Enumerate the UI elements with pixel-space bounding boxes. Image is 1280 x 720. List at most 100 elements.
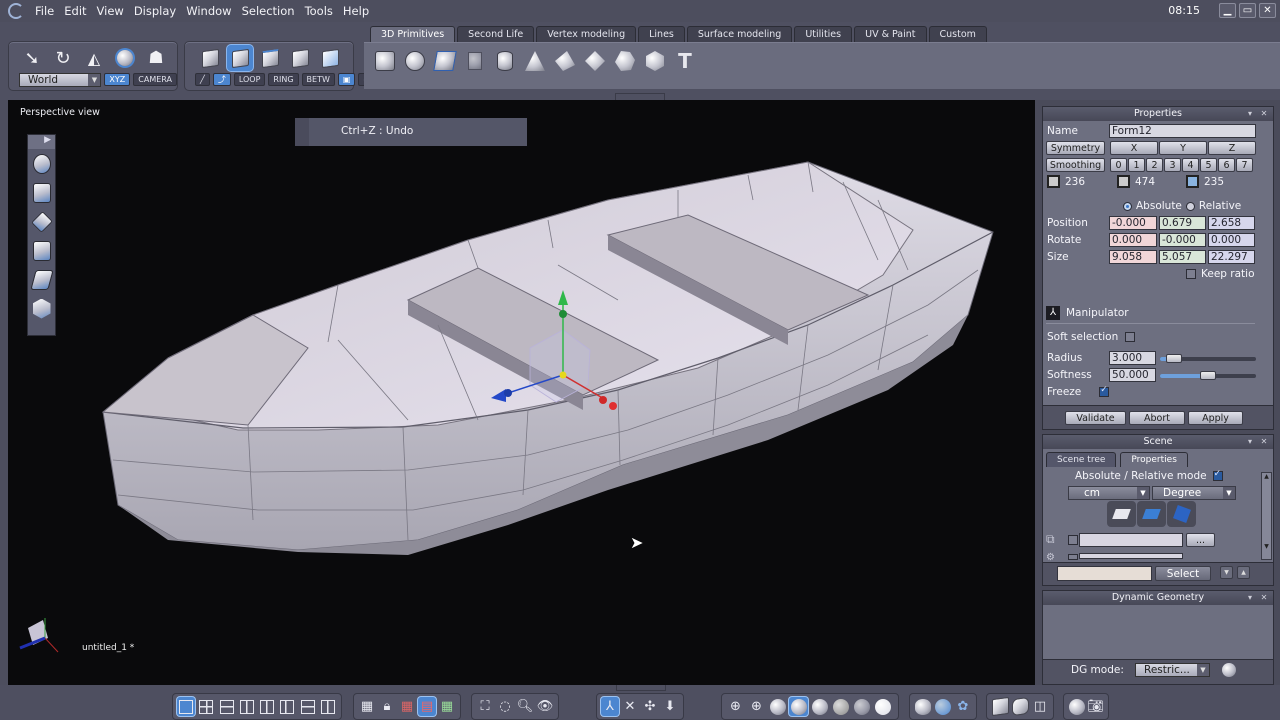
vertex-mode-icon[interactable] xyxy=(287,45,313,71)
side-tool-bridge-icon[interactable] xyxy=(28,265,55,294)
smoothing-level-1[interactable]: 1 xyxy=(1128,158,1145,172)
grid-color-icon[interactable]: ▦ xyxy=(398,697,416,716)
dodecahedron-primitive-icon[interactable] xyxy=(611,46,639,76)
tab-uv-paint[interactable]: UV & Paint xyxy=(854,26,927,42)
octahedron-primitive-icon[interactable] xyxy=(581,46,609,76)
layout-top-split-icon[interactable] xyxy=(218,697,236,716)
side-tool-select-icon[interactable] xyxy=(28,149,55,178)
camera-snapshot-icon[interactable]: 📷︎ xyxy=(1087,697,1104,716)
scene-row2-checkbox[interactable] xyxy=(1068,554,1078,560)
size-y-field[interactable]: 5.057 xyxy=(1159,250,1206,264)
viewport-3d[interactable] xyxy=(8,100,1035,685)
position-x-field[interactable]: -0.000 xyxy=(1109,216,1157,230)
dg-mode-select[interactable]: Restric... ▼ xyxy=(1135,663,1210,677)
expand-arrow-icon[interactable]: ▶ xyxy=(28,135,55,149)
gizmo-scale-icon[interactable]: ⬇ xyxy=(661,697,679,716)
layout-quad-icon[interactable] xyxy=(197,697,215,716)
panel-close-icon[interactable]: ✕ xyxy=(1259,108,1269,119)
eraser-icon[interactable] xyxy=(1107,501,1136,527)
scene-row-field[interactable] xyxy=(1079,533,1183,547)
menu-tools[interactable]: Tools xyxy=(300,4,338,18)
object-split-icon[interactable]: ◫ xyxy=(1031,697,1049,716)
magnet-lock-icon[interactable]: 🔒︎ xyxy=(378,697,396,716)
grid-help-icon[interactable]: ▦ xyxy=(358,697,376,716)
pyramid-primitive-icon[interactable] xyxy=(551,46,579,76)
scene-next-button[interactable]: ▲ xyxy=(1237,566,1250,579)
menu-view[interactable]: View xyxy=(92,4,129,18)
smoothing-level-3[interactable]: 3 xyxy=(1164,158,1181,172)
tab-scene-properties[interactable]: Properties xyxy=(1120,452,1188,467)
smoothing-level-5[interactable]: 5 xyxy=(1200,158,1217,172)
shading-wire-hidden-icon[interactable]: ⊕ xyxy=(747,697,766,716)
icosahedron-primitive-icon[interactable] xyxy=(641,46,669,76)
grid-floor-icon[interactable]: ▤ xyxy=(418,697,436,716)
side-tool-smooth-icon[interactable] xyxy=(28,294,55,323)
shading-textured-wire-icon[interactable] xyxy=(831,697,850,716)
space-select[interactable]: World ▼ xyxy=(19,73,102,87)
tab-scene-tree[interactable]: Scene tree xyxy=(1046,452,1117,467)
radius-slider-thumb[interactable] xyxy=(1166,354,1183,363)
validate-button[interactable]: Validate xyxy=(1065,411,1126,425)
symmetry-z-button[interactable]: Z xyxy=(1208,141,1256,155)
tab-custom[interactable]: Custom xyxy=(928,26,987,42)
mixed-mode-icon[interactable] xyxy=(317,45,343,71)
sphere-primitive-icon[interactable] xyxy=(401,46,429,76)
rotate-y-field[interactable]: -0.000 xyxy=(1159,233,1206,247)
object-mode-icon[interactable] xyxy=(197,45,223,71)
symmetry-y-button[interactable]: Y xyxy=(1159,141,1207,155)
tab-surface-modeling[interactable]: Surface modeling xyxy=(686,26,793,42)
shading-smooth-wire-icon[interactable] xyxy=(789,697,808,716)
scale-icon[interactable]: ◭ xyxy=(81,45,107,71)
tab-utilities[interactable]: Utilities xyxy=(794,26,853,42)
symmetry-x-button[interactable]: X xyxy=(1110,141,1158,155)
layout-left-split-icon[interactable] xyxy=(258,697,276,716)
ghost-icon[interactable]: ☗ xyxy=(143,45,169,71)
rotate-x-field[interactable]: 0.000 xyxy=(1109,233,1157,247)
shading-flat-icon[interactable] xyxy=(768,697,787,716)
freeze-checkbox[interactable] xyxy=(1099,385,1110,397)
symmetry-button[interactable]: Symmetry xyxy=(1046,141,1105,155)
size-x-field[interactable]: 9.058 xyxy=(1109,250,1157,264)
panel-close-icon[interactable]: ✕ xyxy=(1259,592,1269,603)
smoothing-level-7[interactable]: 7 xyxy=(1236,158,1253,172)
smoothing-button[interactable]: Smoothing xyxy=(1046,158,1105,172)
brush-select-icon[interactable]: ╱ xyxy=(195,73,210,86)
tab-3d-primitives[interactable]: 3D Primitives xyxy=(370,26,456,42)
smoothing-level-4[interactable]: 4 xyxy=(1182,158,1199,172)
scene-search-field[interactable] xyxy=(1057,566,1152,581)
rect-select-icon[interactable]: ▣ xyxy=(337,73,356,86)
smoothing-level-6[interactable]: 6 xyxy=(1218,158,1235,172)
sphere-tool-icon[interactable] xyxy=(112,45,138,71)
menu-help[interactable]: Help xyxy=(338,4,374,18)
cone-primitive-icon[interactable] xyxy=(521,46,549,76)
paint-bucket-icon[interactable] xyxy=(1137,501,1166,527)
calculator-icon[interactable] xyxy=(1167,501,1196,527)
rotate-icon[interactable]: ↻ xyxy=(50,45,76,71)
radius-slider[interactable] xyxy=(1160,354,1256,363)
layout-right-split-icon[interactable] xyxy=(278,697,296,716)
gizmo-rotate-icon[interactable]: ✣ xyxy=(641,697,659,716)
side-tool-extrude-icon[interactable] xyxy=(28,207,55,236)
render-blue-icon[interactable] xyxy=(934,697,952,716)
object-cylinder-icon[interactable] xyxy=(1011,696,1029,717)
menu-display[interactable]: Display xyxy=(129,4,181,18)
object-cube-icon[interactable] xyxy=(991,696,1009,717)
position-y-field[interactable]: 0.679 xyxy=(1159,216,1206,230)
zoom-icon[interactable]: 🔍︎ xyxy=(516,697,534,716)
abort-button[interactable]: Abort xyxy=(1129,411,1185,425)
position-z-field[interactable]: 2.658 xyxy=(1208,216,1255,230)
top-panel-handle[interactable] xyxy=(615,93,665,100)
menu-selection[interactable]: Selection xyxy=(237,4,300,18)
layout-single-icon[interactable] xyxy=(177,697,196,716)
maximize-button[interactable]: ▭ xyxy=(1239,3,1256,18)
edge-mode-icon[interactable] xyxy=(257,45,283,71)
apply-button[interactable]: Apply xyxy=(1188,411,1243,425)
tab-lines[interactable]: Lines xyxy=(638,26,685,42)
grid-primitive-icon[interactable] xyxy=(461,46,489,76)
size-z-field[interactable]: 22.297 xyxy=(1208,250,1255,264)
scene-row-browse-button[interactable]: ... xyxy=(1186,533,1215,547)
orbit-icon[interactable]: ◌ xyxy=(496,697,514,716)
shading-smooth-icon[interactable] xyxy=(810,697,829,716)
panel-menu-icon[interactable]: ▾ xyxy=(1245,108,1255,119)
close-button[interactable]: ✕ xyxy=(1259,3,1276,18)
